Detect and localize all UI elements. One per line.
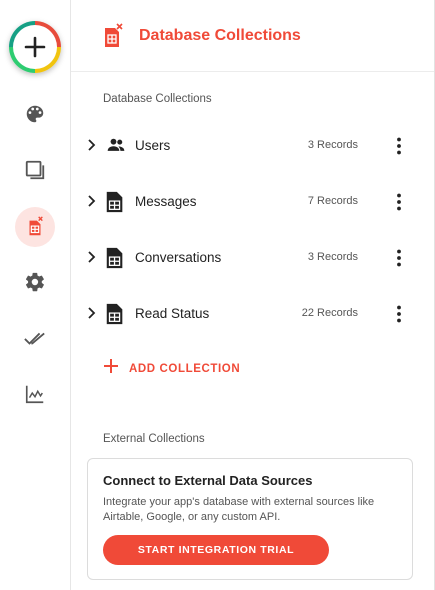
external-sources-card: Connect to External Data Sources Integra… — [87, 458, 413, 580]
page-title: Database Collections — [139, 27, 301, 44]
start-integration-trial-button[interactable]: START INTEGRATION TRIAL — [103, 535, 329, 565]
card-description: Integrate your app's database with exter… — [103, 496, 375, 523]
palette-icon[interactable] — [15, 94, 55, 134]
plus-icon — [13, 25, 57, 69]
more-options-icon[interactable] — [389, 192, 409, 217]
main-panel: Database Collections Database Collection… — [71, 0, 435, 590]
analytics-icon[interactable] — [15, 374, 55, 414]
collection-name: Messages — [135, 194, 197, 209]
table-icon — [105, 247, 125, 274]
external-collections-label: External Collections — [103, 433, 205, 445]
collection-name: Read Status — [135, 306, 210, 321]
database-collections-label: Database Collections — [103, 93, 212, 105]
window-icon[interactable] — [15, 150, 55, 190]
collection-row-read-status[interactable]: Read Status 22 Records — [71, 294, 435, 334]
record-count: 7 Records — [307, 195, 358, 207]
users-icon — [105, 135, 127, 160]
table-icon — [105, 191, 125, 218]
page-header: Database Collections — [71, 0, 435, 72]
collection-row-conversations[interactable]: Conversations 3 Records — [71, 238, 435, 278]
collection-name: Conversations — [135, 250, 222, 265]
more-options-icon[interactable] — [389, 248, 409, 273]
database-icon — [103, 23, 125, 54]
plus-icon — [103, 358, 119, 379]
collection-name: Users — [135, 138, 171, 153]
sidebar-rail — [0, 0, 71, 590]
table-icon — [105, 303, 125, 330]
card-title: Connect to External Data Sources — [103, 473, 313, 488]
add-button[interactable] — [9, 21, 61, 73]
gear-icon[interactable] — [15, 262, 55, 302]
chevron-right-icon[interactable] — [87, 250, 97, 269]
double-check-icon[interactable] — [15, 318, 55, 358]
record-count: 3 Records — [307, 251, 358, 263]
chevron-right-icon[interactable] — [87, 194, 97, 213]
add-collection-button[interactable]: ADD COLLECTION — [103, 358, 240, 379]
collection-row-messages[interactable]: Messages 7 Records — [71, 182, 435, 222]
record-count: 3 Records — [307, 139, 358, 151]
more-options-icon[interactable] — [389, 304, 409, 329]
more-options-icon[interactable] — [389, 136, 409, 161]
record-count: 22 Records — [301, 307, 358, 319]
database-icon[interactable] — [15, 207, 55, 247]
chevron-right-icon[interactable] — [87, 138, 97, 157]
chevron-right-icon[interactable] — [87, 306, 97, 325]
collection-row-users[interactable]: Users 3 Records — [71, 126, 435, 166]
add-collection-label: ADD COLLECTION — [129, 362, 241, 375]
